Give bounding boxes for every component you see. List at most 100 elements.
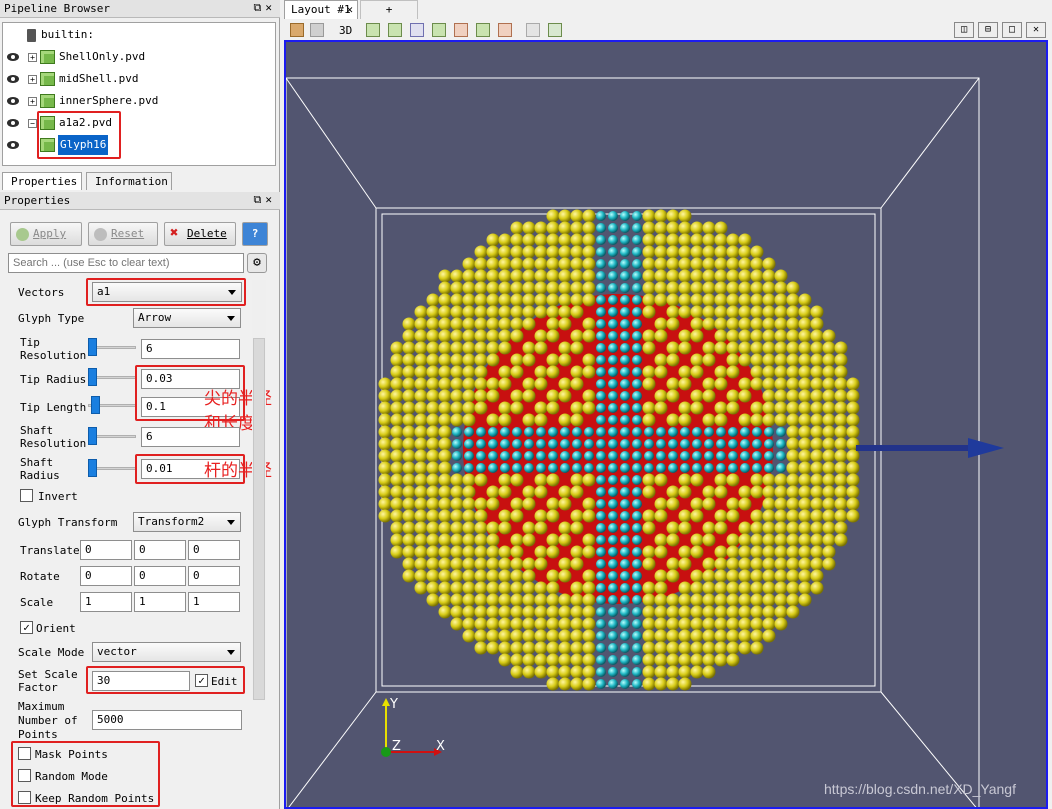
translate-x-input[interactable]: 0: [80, 540, 132, 560]
tip-resolution-slider[interactable]: [88, 338, 136, 356]
pipeline-tree[interactable]: builtin: + ShellOnly.pvd + midShell.pvd …: [2, 22, 276, 166]
shaft-radius-label: Shaft Radius: [20, 456, 60, 482]
maximize-icon[interactable]: □: [1002, 22, 1022, 38]
properties-title: Properties: [4, 194, 71, 207]
tip-length-label: Tip Length: [20, 401, 87, 414]
close-icon[interactable]: ✕: [265, 193, 276, 206]
help-button[interactable]: ?: [242, 222, 268, 246]
add-tab-button[interactable]: +: [360, 0, 418, 19]
apply-button[interactable]: Apply: [10, 222, 82, 246]
tip-radius-slider[interactable]: [88, 368, 136, 386]
properties-header: Properties ⧉✕: [0, 192, 280, 210]
properties-scrollbar[interactable]: [252, 280, 266, 700]
watermark-text: https://blog.csdn.net/XD_Yangf: [824, 781, 1016, 797]
tab-information[interactable]: Information: [86, 172, 172, 190]
split-vertical-icon[interactable]: ⊟: [978, 22, 998, 38]
translate-y-input[interactable]: 0: [134, 540, 186, 560]
eye-icon[interactable]: [7, 119, 19, 127]
clear-selection-icon[interactable]: [548, 23, 562, 37]
tip-resolution-input[interactable]: 6: [141, 339, 240, 359]
invert-checkbox[interactable]: [20, 489, 33, 502]
glyph-transform-select[interactable]: Transform2: [133, 512, 241, 532]
max-points-input[interactable]: 5000: [92, 710, 242, 730]
cube-icon: [40, 94, 55, 108]
scrollbar-thumb[interactable]: [253, 338, 265, 700]
rotate-x-input[interactable]: 0: [80, 566, 132, 586]
tip-length-slider[interactable]: [88, 396, 136, 414]
delete-icon: ✖: [170, 225, 179, 241]
tree-item-label: builtin:: [41, 28, 94, 41]
axis-z-label: Z: [392, 739, 401, 754]
reset-button[interactable]: Reset: [88, 222, 158, 246]
tree-item-shellonly[interactable]: + ShellOnly.pvd: [3, 47, 275, 67]
scale-mode-label: Scale Mode: [18, 646, 85, 659]
highlight-box: [86, 278, 246, 306]
close-view-icon[interactable]: ✕: [1026, 22, 1046, 38]
highlight-box: [86, 666, 245, 694]
scale-x-input[interactable]: 1: [80, 592, 132, 612]
vectors-label: Vectors: [18, 286, 65, 299]
orient-checkbox[interactable]: ✓: [20, 621, 33, 634]
close-icon[interactable]: ✕: [265, 1, 276, 14]
split-horizontal-icon[interactable]: ◫: [954, 22, 974, 38]
gear-icon[interactable]: ⚙: [247, 253, 267, 273]
server-icon: [27, 29, 36, 42]
eye-icon[interactable]: [7, 75, 19, 83]
eye-icon[interactable]: [7, 141, 19, 149]
collapse-icon[interactable]: −: [28, 119, 37, 128]
shaft-resolution-input[interactable]: 6: [141, 427, 240, 447]
scale-label: Scale: [20, 596, 54, 609]
glyph-transform-label: Glyph Transform: [18, 516, 118, 529]
interactive-select-icon[interactable]: [476, 23, 490, 37]
scale-mode-select[interactable]: vector: [92, 642, 241, 662]
select-points-icon[interactable]: [410, 23, 424, 37]
expand-icon[interactable]: +: [28, 75, 37, 84]
shaft-resolution-label: Shaft Resolution: [20, 424, 87, 450]
rotate-z-input[interactable]: 0: [188, 566, 240, 586]
arrow-glyph: [856, 438, 1004, 458]
render-view[interactable]: Y Z X https://blog.csdn.net/XD_Yangf: [284, 40, 1048, 809]
shaft-resolution-slider[interactable]: [88, 427, 136, 445]
reset-camera-icon[interactable]: [366, 23, 380, 37]
camera-link-icon[interactable]: [290, 23, 304, 37]
tab-properties[interactable]: Properties: [2, 172, 82, 190]
left-panel: Pipeline Browser ⧉✕ builtin: + ShellOnly…: [0, 0, 280, 809]
cube-icon: [40, 72, 55, 86]
eye-icon[interactable]: [7, 53, 19, 61]
axis-y-label: Y: [389, 697, 398, 712]
cube-icon: [40, 50, 55, 64]
search-input[interactable]: [8, 253, 244, 273]
tree-item-builtin[interactable]: builtin:: [3, 25, 275, 45]
orient-label: Orient: [36, 622, 76, 635]
rotate-y-input[interactable]: 0: [134, 566, 186, 586]
scale-y-input[interactable]: 1: [134, 592, 186, 612]
expand-icon[interactable]: +: [28, 53, 37, 62]
tab-layout-1[interactable]: Layout #1 ✕: [284, 0, 358, 19]
delete-button[interactable]: ✖ Delete: [164, 222, 236, 246]
float-icon[interactable]: ⧉: [254, 1, 266, 14]
scale-z-input[interactable]: 1: [188, 592, 240, 612]
grow-selection-icon[interactable]: [526, 23, 540, 37]
capture-icon[interactable]: [310, 23, 324, 37]
float-icon[interactable]: ⧉: [254, 193, 266, 206]
tree-item-midshell[interactable]: + midShell.pvd: [3, 69, 275, 89]
invert-label: Invert: [38, 490, 78, 503]
expand-icon[interactable]: +: [28, 97, 37, 106]
eye-icon[interactable]: [7, 97, 19, 105]
pipeline-browser-header: Pipeline Browser ⧉✕: [0, 0, 280, 18]
translate-z-input[interactable]: 0: [188, 540, 240, 560]
select-polygon-icon[interactable]: [454, 23, 468, 37]
close-tab-icon[interactable]: ✕: [346, 3, 353, 16]
glyph-spheres: [378, 209, 860, 691]
select-frustum-icon[interactable]: [432, 23, 446, 37]
glyph-type-label: Glyph Type: [18, 312, 85, 325]
tree-item-label: midShell.pvd: [59, 72, 139, 85]
tree-item-innersphere[interactable]: + innerSphere.pvd: [3, 91, 275, 111]
mode-3d-button[interactable]: 3D: [339, 24, 352, 37]
glyph-type-select[interactable]: Arrow: [133, 308, 241, 328]
select-cells-icon[interactable]: [388, 23, 402, 37]
hover-points-icon[interactable]: [498, 23, 512, 37]
pipeline-browser-title: Pipeline Browser: [4, 2, 110, 15]
tip-resolution-label: Tip Resolution: [20, 336, 87, 362]
shaft-radius-slider[interactable]: [88, 459, 136, 477]
